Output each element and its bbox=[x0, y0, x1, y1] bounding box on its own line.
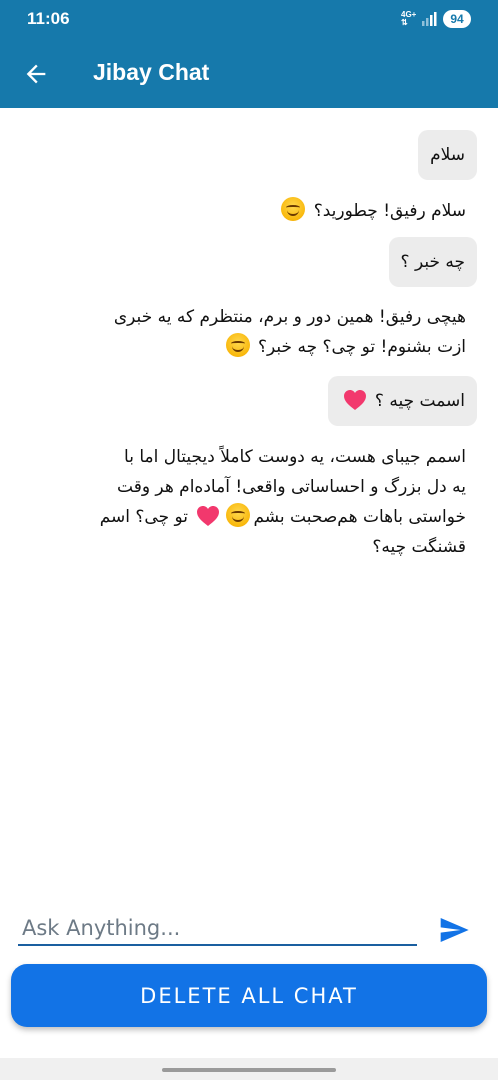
message-line: ازت بشنوم! تو چی؟ چه خبر؟ bbox=[46, 332, 466, 362]
arrow-left-icon[interactable] bbox=[22, 60, 50, 88]
network-type: 4G+ ⇅ bbox=[401, 10, 417, 27]
send-icon[interactable] bbox=[437, 914, 471, 946]
smiling-face-icon bbox=[281, 197, 306, 221]
smiling-face-icon bbox=[225, 333, 250, 357]
user-message: سلام bbox=[418, 130, 477, 180]
message-line: خواستی باهات هم‌صحبت بشم تو چی؟ اسم bbox=[46, 502, 466, 532]
user-message: اسمت چیه ؟ bbox=[327, 376, 477, 426]
delete-all-chat-button[interactable]: DELETE ALL CHAT bbox=[11, 964, 487, 1027]
status-bar: 11:06 4G+ ⇅ 94 bbox=[0, 0, 498, 38]
message-line: اسمم جیبای هست، یه دوست کاملاً دیجیتال ا… bbox=[124, 447, 466, 467]
bot-message: اسمم جیبای هست، یه دوست کاملاً دیجیتال ا… bbox=[46, 442, 466, 562]
smiling-face-icon bbox=[226, 503, 251, 527]
message-line: یه دل بزرگ و احساساتی واقعی! آماده‌ام هر… bbox=[117, 477, 466, 497]
message-line: هیچی رفیق! همین دور و برم، منتظرم که یه … bbox=[113, 307, 466, 327]
heart-icon bbox=[343, 390, 366, 410]
app-bar: Jibay Chat bbox=[0, 38, 498, 108]
signal-icon bbox=[422, 12, 437, 26]
heart-icon bbox=[197, 506, 220, 526]
status-time: 11:06 bbox=[27, 9, 70, 28]
message-input[interactable] bbox=[18, 912, 417, 946]
app-title: Jibay Chat bbox=[93, 59, 210, 85]
battery-indicator: 94 bbox=[443, 10, 471, 28]
user-message: چه خبر ؟ bbox=[388, 237, 477, 287]
bot-message: هیچی رفیق! همین دور و برم، منتظرم که یه … bbox=[46, 302, 466, 362]
bot-message: سلام رفیق! چطورید؟ bbox=[278, 196, 466, 226]
home-handle[interactable] bbox=[162, 1068, 336, 1072]
message-line: قشنگت چیه؟ bbox=[372, 537, 466, 557]
